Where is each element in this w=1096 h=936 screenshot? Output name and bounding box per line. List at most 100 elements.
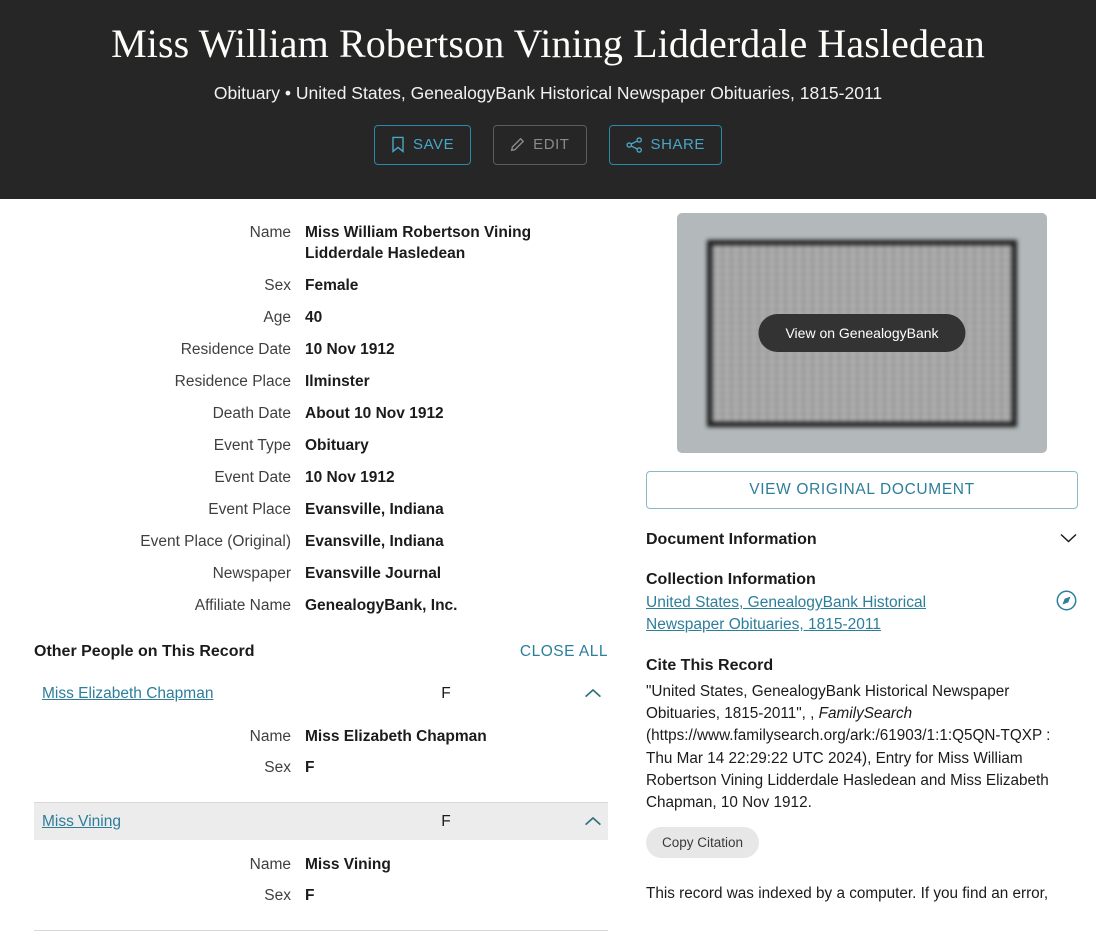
other-person-sex: F bbox=[441, 812, 451, 830]
detail-row: Residence Place Ilminster bbox=[0, 369, 624, 394]
detail-value: 40 bbox=[305, 309, 323, 326]
cite-this-record-title: Cite This Record bbox=[646, 657, 774, 674]
record-detail-list: Name Miss William Robertson Vining Lidder… bbox=[0, 213, 624, 618]
detail-value: 10 Nov 1912 bbox=[305, 469, 395, 486]
detail-label: Sex bbox=[264, 887, 291, 904]
document-information-section: Document Information Collection Informat… bbox=[646, 531, 1078, 905]
share-button[interactable]: SHARE bbox=[608, 124, 722, 165]
cite-this-record-block: Cite This Record "United States, Genealo… bbox=[646, 657, 1078, 859]
detail-label: Residence Place bbox=[174, 373, 291, 390]
detail-row: Sex Female bbox=[0, 273, 624, 298]
detail-row: Sex F bbox=[34, 755, 608, 780]
chevron-down-icon[interactable] bbox=[1059, 531, 1078, 549]
collection-link[interactable]: United States, GenealogyBank Historical … bbox=[646, 592, 976, 636]
detail-label: Name bbox=[249, 728, 291, 745]
other-people-title: Other People on This Record bbox=[34, 643, 255, 660]
detail-row: Event Place (Original) Evansville, Indian… bbox=[0, 529, 624, 554]
detail-value: Miss Vining bbox=[305, 856, 391, 873]
detail-value: Evansville, Indiana bbox=[305, 533, 444, 550]
copy-citation-button[interactable]: Copy Citation bbox=[646, 827, 760, 859]
save-button-label: SAVE bbox=[413, 136, 455, 154]
detail-value: Evansville, Indiana bbox=[305, 501, 444, 518]
detail-label: Event Place bbox=[208, 501, 291, 518]
document-thumbnail[interactable]: View on GenealogyBank bbox=[677, 213, 1047, 453]
detail-value: 10 Nov 1912 bbox=[305, 341, 395, 358]
detail-value: About 10 Nov 1912 bbox=[305, 405, 444, 422]
other-person-item: Miss Elizabeth Chapman F Name Miss Elizabet… bbox=[34, 675, 608, 803]
detail-value: GenealogyBank, Inc. bbox=[305, 597, 458, 614]
detail-label: Event Type bbox=[213, 437, 291, 454]
record-header: Miss William Robertson Vining Lidderdale… bbox=[0, 0, 1096, 199]
detail-row: Name Miss William Robertson Vining Lidder… bbox=[0, 220, 624, 266]
other-person-link[interactable]: Miss Vining bbox=[42, 813, 352, 831]
detail-label: Death Date bbox=[212, 405, 291, 422]
share-icon bbox=[625, 137, 643, 153]
detail-row: Residence Date 10 Nov 1912 bbox=[0, 337, 624, 362]
detail-label: Name bbox=[249, 856, 291, 873]
detail-value: F bbox=[305, 887, 315, 904]
save-button[interactable]: SAVE bbox=[374, 124, 472, 165]
other-person-row[interactable]: Miss Elizabeth Chapman F bbox=[34, 675, 608, 712]
other-people-list: Miss Elizabeth Chapman F Name Miss Elizabet… bbox=[34, 675, 608, 931]
detail-row: Event Place Evansville, Indiana bbox=[0, 497, 624, 522]
page-title: Miss William Robertson Vining Lidderdale… bbox=[111, 21, 985, 66]
detail-label: Event Place (Original) bbox=[140, 533, 291, 550]
detail-label: Age bbox=[263, 309, 291, 326]
detail-label: Affiliate Name bbox=[194, 597, 291, 614]
other-person-item: Miss Vining F Name Miss Vining Sex F bbox=[34, 803, 608, 931]
collection-information-block: Collection Information United States, Ge… bbox=[646, 571, 1078, 636]
detail-row: Name Miss Vining bbox=[34, 852, 608, 877]
collection-information-title: Collection Information bbox=[646, 571, 816, 588]
record-content: Name Miss William Robertson Vining Lidder… bbox=[0, 199, 1096, 936]
chevron-up-icon[interactable] bbox=[576, 688, 602, 699]
share-button-label: SHARE bbox=[650, 136, 705, 154]
document-information-title: Document Information bbox=[646, 531, 817, 548]
close-all-link[interactable]: CLOSE ALL bbox=[520, 643, 608, 661]
edit-button-label: EDIT bbox=[533, 136, 570, 154]
other-people-section: Other People on This Record CLOSE ALL Mi… bbox=[0, 643, 624, 931]
citation-source-italic: FamilySearch bbox=[818, 705, 913, 723]
citation-text: "United States, GenealogyBank Historical… bbox=[646, 681, 1078, 814]
detail-label: Newspaper bbox=[212, 565, 291, 582]
detail-label: Name bbox=[249, 224, 291, 241]
other-person-details: Name Miss Elizabeth Chapman Sex F bbox=[34, 712, 608, 802]
detail-row: Death Date About 10 Nov 1912 bbox=[0, 401, 624, 426]
record-subtitle: Obituary • United States, GenealogyBank … bbox=[213, 82, 883, 103]
detail-row: Newspaper Evansville Journal bbox=[0, 561, 624, 586]
detail-label: Residence Date bbox=[180, 341, 291, 358]
detail-row: Sex F bbox=[34, 883, 608, 908]
indexed-note: This record was indexed by a computer. I… bbox=[646, 885, 1049, 903]
other-person-details: Name Miss Vining Sex F bbox=[34, 840, 608, 930]
detail-value: Female bbox=[305, 277, 359, 294]
other-person-sex: F bbox=[441, 684, 451, 702]
detail-value: Ilminster bbox=[305, 373, 370, 390]
view-original-document-button[interactable]: VIEW ORIGINAL DOCUMENT bbox=[646, 471, 1078, 509]
detail-row: Name Miss Elizabeth Chapman bbox=[34, 724, 608, 749]
detail-value: F bbox=[305, 759, 315, 776]
detail-row: Event Type Obituary bbox=[0, 433, 624, 458]
edit-button[interactable]: EDIT bbox=[493, 124, 587, 165]
view-on-genealogybank-button[interactable]: View on GenealogyBank bbox=[758, 314, 966, 352]
other-people-header: Other People on This Record CLOSE ALL bbox=[34, 643, 608, 667]
other-person-link[interactable]: Miss Elizabeth Chapman bbox=[42, 685, 352, 703]
record-details-column: Name Miss William Robertson Vining Lidder… bbox=[0, 199, 640, 931]
detail-row: Event Date 10 Nov 1912 bbox=[0, 465, 624, 490]
bookmark-icon bbox=[391, 136, 405, 154]
citation-part-2: (https://www.familysearch.org/ark:/61903… bbox=[646, 727, 1051, 812]
document-sidebar: View on GenealogyBank VIEW ORIGINAL DOCU… bbox=[640, 199, 1096, 905]
compass-icon[interactable] bbox=[1055, 571, 1078, 617]
other-person-row[interactable]: Miss Vining F bbox=[34, 803, 608, 840]
detail-value: Miss Elizabeth Chapman bbox=[305, 728, 487, 745]
detail-value: Miss William Robertson Vining Lidderdale… bbox=[305, 224, 532, 262]
header-action-bar: SAVE EDIT SHARE bbox=[20, 124, 1076, 165]
detail-row: Affiliate Name GenealogyBank, Inc. bbox=[0, 593, 624, 618]
detail-label: Sex bbox=[264, 759, 291, 776]
document-information-header[interactable]: Document Information bbox=[646, 531, 1078, 549]
detail-label: Sex bbox=[264, 277, 291, 294]
detail-value: Evansville Journal bbox=[305, 565, 442, 582]
chevron-up-icon[interactable] bbox=[576, 816, 602, 827]
detail-label: Event Date bbox=[214, 469, 291, 486]
detail-value: Obituary bbox=[305, 437, 369, 454]
detail-row: Age 40 bbox=[0, 305, 624, 330]
pencil-icon bbox=[510, 137, 525, 153]
